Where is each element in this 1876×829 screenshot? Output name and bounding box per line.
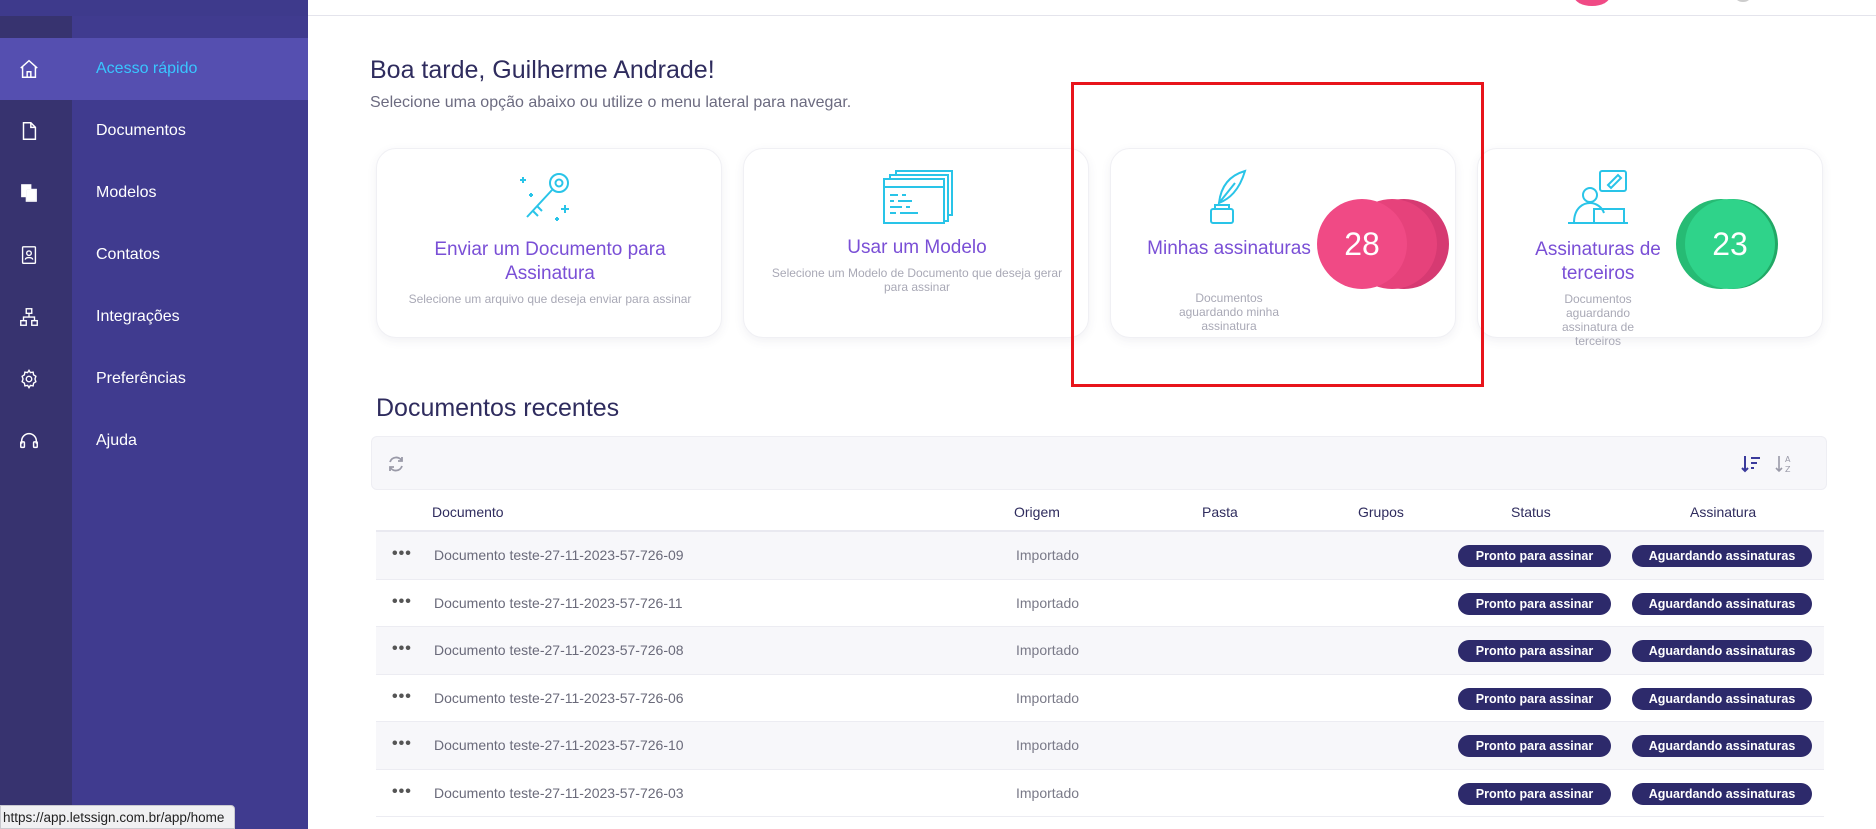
top-bar bbox=[0, 0, 1876, 16]
status-badge: Pronto para assinar bbox=[1458, 545, 1611, 567]
svg-text:A: A bbox=[1785, 455, 1791, 464]
refresh-icon[interactable] bbox=[386, 454, 406, 474]
table-row[interactable]: ••• Documento teste-27-11-2023-57-726-09… bbox=[376, 532, 1824, 580]
table-header: Documento Origem Pasta Grupos Status Ass… bbox=[376, 492, 1824, 532]
sidebar-item-label: Ajuda bbox=[96, 432, 137, 449]
column-header-status[interactable]: Status bbox=[1511, 504, 1551, 520]
column-header-origem[interactable]: Origem bbox=[1014, 504, 1060, 520]
document-origin: Importado bbox=[1016, 784, 1080, 801]
document-origin: Importado bbox=[1016, 642, 1080, 658]
row-menu-icon[interactable]: ••• bbox=[392, 640, 412, 658]
column-header-grupos[interactable]: Grupos bbox=[1358, 504, 1404, 520]
row-menu-icon[interactable]: ••• bbox=[392, 593, 412, 611]
integrations-icon bbox=[18, 306, 40, 328]
column-header-pasta[interactable]: Pasta bbox=[1202, 504, 1238, 520]
highlight-annotation-box bbox=[1071, 82, 1484, 387]
sidebar-item-preferencias[interactable]: Preferências bbox=[0, 348, 308, 410]
sidebar-item-contatos[interactable]: Contatos bbox=[0, 224, 308, 286]
table-row[interactable]: ••• Documento teste-27-11-2023-57-726-03… bbox=[376, 770, 1824, 817]
row-menu-icon[interactable]: ••• bbox=[392, 688, 412, 706]
status-badge: Pronto para assinar bbox=[1458, 687, 1611, 710]
page-subtitle: Selecione uma opção abaixo ou utilize o … bbox=[370, 94, 852, 111]
svg-text:Z: Z bbox=[1785, 465, 1791, 474]
signature-badge: Aguardando assinaturas bbox=[1632, 687, 1812, 710]
home-icon bbox=[18, 58, 40, 80]
recent-documents-table: Documento Origem Pasta Grupos Status Ass… bbox=[376, 492, 1824, 817]
sort-by-date-icon[interactable] bbox=[1740, 453, 1762, 475]
sidebar-item-label: Modelos bbox=[96, 184, 157, 201]
sidebar-item-documentos[interactable]: Documentos bbox=[0, 100, 308, 162]
status-badge: Pronto para assinar bbox=[1458, 640, 1611, 662]
document-name[interactable]: Documento teste-27-11-2023-57-726-06 bbox=[434, 690, 684, 706]
table-row[interactable]: ••• Documento teste-27-11-2023-57-726-10… bbox=[376, 722, 1824, 770]
signature-badge: Aguardando assinaturas bbox=[1632, 782, 1812, 805]
signature-badge: Aguardando assinaturas bbox=[1632, 735, 1812, 757]
status-badge: Pronto para assinar bbox=[1458, 592, 1611, 615]
key-icon bbox=[517, 169, 577, 225]
signature-badge: Aguardando assinaturas bbox=[1632, 545, 1812, 567]
use-template-card[interactable]: Usar um Modelo Selecione um Modelo de Do… bbox=[743, 148, 1089, 338]
sidebar-item-modelos[interactable]: Modelos bbox=[0, 162, 308, 224]
contacts-icon bbox=[18, 244, 40, 266]
sidebar-item-ajuda[interactable]: Ajuda bbox=[0, 410, 308, 472]
third-party-signatures-card[interactable]: Assinaturas de terceiros Documentos agua… bbox=[1477, 148, 1823, 348]
sidebar: Acesso rápido Documentos Modelos Contato… bbox=[0, 16, 308, 829]
sidebar-item-integracoes[interactable]: Integrações bbox=[0, 286, 308, 348]
card-description: Selecione um arquivo que deseja enviar p… bbox=[408, 292, 692, 306]
status-badge: Pronto para assinar bbox=[1458, 735, 1611, 757]
sidebar-item-acesso-rapido[interactable]: Acesso rápido bbox=[0, 38, 308, 100]
sidebar-item-label: Contatos bbox=[96, 246, 161, 263]
document-name[interactable]: Documento teste-27-11-2023-57-726-08 bbox=[434, 642, 684, 658]
document-name[interactable]: Documento teste-27-11-2023-57-726-11 bbox=[434, 595, 683, 611]
top-bar-logo-area bbox=[0, 0, 308, 16]
card-title: Usar um Modelo bbox=[847, 237, 987, 258]
notification-badge[interactable] bbox=[1574, 0, 1610, 6]
card-title: Enviar um Documento para Assinatura bbox=[434, 239, 666, 284]
table-row[interactable]: ••• Documento teste-27-11-2023-57-726-06… bbox=[376, 675, 1824, 722]
browser-status-url: https://app.letssign.com.br/app/home bbox=[0, 805, 236, 829]
document-origin: Importado bbox=[1016, 689, 1080, 706]
send-document-card[interactable]: Enviar um Documento para Assinatura Sele… bbox=[376, 148, 722, 338]
row-menu-icon[interactable]: ••• bbox=[392, 783, 412, 801]
document-origin: Importado bbox=[1016, 547, 1080, 563]
table-row[interactable]: ••• Documento teste-27-11-2023-57-726-08… bbox=[376, 627, 1824, 675]
document-icon bbox=[18, 120, 40, 142]
document-name[interactable]: Documento teste-27-11-2023-57-726-03 bbox=[434, 785, 684, 801]
row-menu-icon[interactable]: ••• bbox=[392, 735, 412, 753]
signature-badge: Aguardando assinaturas bbox=[1632, 640, 1812, 662]
headset-icon bbox=[18, 430, 40, 452]
third-party-count-badge: 23 bbox=[1685, 199, 1775, 289]
table-row[interactable]: ••• Documento teste-27-11-2023-57-726-11… bbox=[376, 580, 1824, 627]
templates-icon bbox=[18, 182, 40, 204]
sidebar-item-label: Documentos bbox=[96, 122, 186, 139]
document-name[interactable]: Documento teste-27-11-2023-57-726-09 bbox=[434, 547, 684, 563]
gear-icon bbox=[18, 368, 40, 390]
sidebar-item-label: Integrações bbox=[96, 308, 180, 325]
sort-alphabetical-icon[interactable]: AZ bbox=[1774, 453, 1796, 475]
page-title: Boa tarde, Guilherme Andrade! bbox=[370, 56, 715, 84]
document-origin: Importado bbox=[1016, 737, 1080, 753]
sidebar-item-label: Acesso rápido bbox=[96, 60, 198, 77]
document-origin: Importado bbox=[1016, 594, 1080, 611]
sidebar-item-label: Preferências bbox=[96, 370, 186, 387]
column-header-assinatura[interactable]: Assinatura bbox=[1690, 504, 1756, 520]
status-badge: Pronto para assinar bbox=[1458, 782, 1611, 805]
table-toolbar: AZ bbox=[371, 436, 1827, 490]
signature-badge: Aguardando assinaturas bbox=[1632, 592, 1812, 615]
row-menu-icon[interactable]: ••• bbox=[392, 545, 412, 563]
person-signing-icon bbox=[1566, 169, 1630, 225]
recent-documents-title: Documentos recentes bbox=[376, 394, 620, 422]
card-title: Assinaturas de terceiros bbox=[1535, 239, 1661, 284]
document-name[interactable]: Documento teste-27-11-2023-57-726-10 bbox=[434, 737, 684, 753]
card-description: Selecione um Modelo de Documento que des… bbox=[771, 266, 1063, 294]
template-stack-icon bbox=[882, 169, 956, 225]
user-avatar[interactable] bbox=[1735, 0, 1751, 2]
card-description: Documentos aguardando assinatura de terc… bbox=[1561, 292, 1635, 348]
column-header-documento[interactable]: Documento bbox=[432, 504, 504, 520]
